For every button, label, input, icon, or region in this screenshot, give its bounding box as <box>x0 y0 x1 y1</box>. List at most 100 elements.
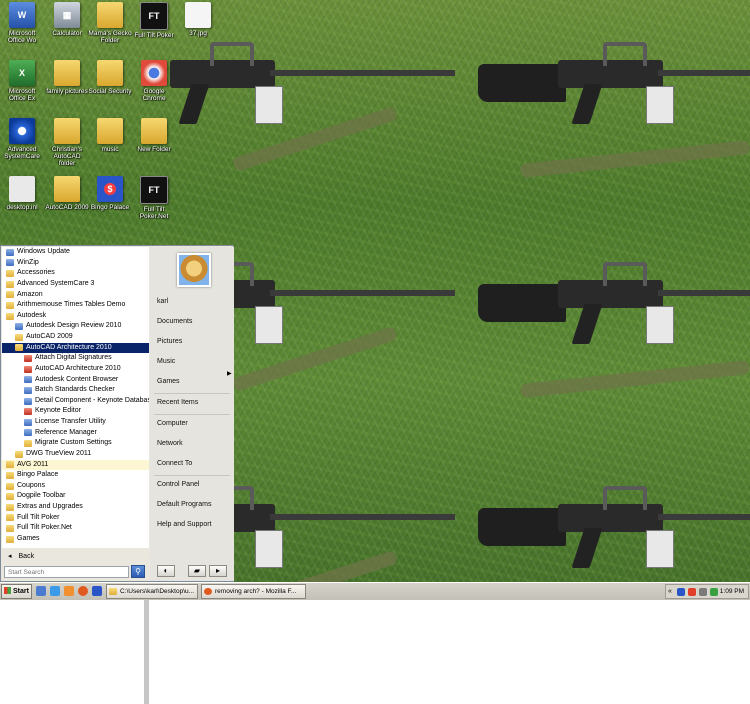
desktop-icon[interactable]: New Folder <box>132 118 176 153</box>
program-label: AutoCAD 2009 <box>26 333 73 340</box>
start-menu-link-karl[interactable]: karl <box>157 298 168 305</box>
firefox-icon <box>204 588 212 595</box>
start-menu-link-documents[interactable]: Documents <box>157 318 192 325</box>
desktop-icon-label: Calculator <box>52 30 82 37</box>
folder-icon <box>6 280 14 288</box>
folder-icon <box>6 291 14 299</box>
program-item[interactable]: Arithmemouse Times Tables Demo <box>2 300 149 311</box>
program-item[interactable]: Full Tilt Poker.Net <box>2 523 149 534</box>
start-menu-link-games[interactable]: Games <box>157 378 180 385</box>
start-menu-link-recent-items[interactable]: Recent Items <box>157 399 198 406</box>
chrome-icon <box>141 60 167 86</box>
clock[interactable]: 1:09 PM <box>720 585 744 598</box>
antivirus-icon[interactable] <box>688 588 696 596</box>
ft-icon: FT <box>140 2 168 30</box>
firefox-icon[interactable] <box>78 586 88 596</box>
program-item[interactable]: Full Tilt Poker <box>2 513 149 524</box>
program-item[interactable]: Amazon <box>2 290 149 301</box>
desktop-icon[interactable]: 37.jpg <box>176 2 220 37</box>
rifle-image <box>478 486 750 576</box>
desktop-icon[interactable]: FT Full Tilt Poker.Net <box>132 176 176 220</box>
start-menu-link-computer[interactable]: Computer <box>157 420 188 427</box>
program-item[interactable]: Autodesk Design Review 2010 <box>2 321 149 332</box>
volume-icon[interactable] <box>699 588 707 596</box>
program-item[interactable]: AutoCAD 2009 <box>2 332 149 343</box>
rifle-sling-image <box>519 360 750 398</box>
back-arrow-icon: ◂ <box>8 553 12 560</box>
program-item[interactable]: Coupons <box>2 481 149 492</box>
program-item[interactable]: Dogpile Toolbar <box>2 491 149 502</box>
show-desktop-icon[interactable] <box>36 586 46 596</box>
start-menu-link-pictures[interactable]: Pictures <box>157 338 182 345</box>
desktop-icon[interactable]: music <box>88 118 132 153</box>
power-button[interactable]: ◐ <box>157 565 175 577</box>
desktop-icon[interactable]: X Microsoft Office Ex <box>0 60 44 102</box>
desktop-icon[interactable]: Google Chrome <box>132 60 176 102</box>
program-label: Full Tilt Poker <box>17 513 60 521</box>
program-item[interactable]: Reference Manager <box>2 428 149 439</box>
network-icon[interactable] <box>677 588 685 596</box>
program-item[interactable]: Advanced SystemCare 3 <box>2 279 149 290</box>
folder-icon <box>6 493 14 501</box>
start-button[interactable]: Start <box>1 584 32 599</box>
folder-icon <box>54 60 80 86</box>
media-player-icon[interactable] <box>64 586 74 596</box>
program-item[interactable]: AVG 2011 <box>2 459 149 471</box>
desktop-icon[interactable]: family pictures <box>45 60 89 95</box>
shutdown-options-button[interactable]: ▸ <box>209 565 227 577</box>
program-label: AutoCAD Architecture 2010 <box>26 343 112 351</box>
taskbar: Start C:\Users\karl\Desktop\u... removin… <box>0 582 750 600</box>
update-icon[interactable] <box>710 588 718 596</box>
program-item[interactable]: Bingo Palace <box>2 470 149 481</box>
desktop-icon[interactable]: FT Full Tilt Poker <box>132 2 176 39</box>
scrollbar-thumb[interactable] <box>144 594 149 704</box>
quick-launch-icon[interactable] <box>92 586 102 596</box>
bingo-icon: $ <box>97 176 123 202</box>
excel-icon: X <box>9 60 35 86</box>
taskbar-window-firefox[interactable]: removing arch? - Mozilla F... <box>201 584 306 599</box>
start-menu-link-connect-to[interactable]: Connect To <box>157 460 192 467</box>
user-avatar[interactable] <box>177 253 211 287</box>
program-item[interactable]: Attach Digital Signatures <box>2 353 149 364</box>
program-item[interactable]: AutoCAD Architecture 2010 <box>2 364 149 375</box>
desktop-icon[interactable]: Mama's Gecko Folder <box>88 2 132 44</box>
internet-explorer-icon[interactable] <box>50 586 60 596</box>
program-item[interactable]: Accessories <box>2 268 149 279</box>
start-menu-link-control-panel[interactable]: Control Panel <box>157 481 199 488</box>
desktop-icon[interactable]: $ Bingo Palace <box>88 176 132 211</box>
program-item[interactable]: AutoCAD Architecture 2010 <box>2 342 149 354</box>
desktop-icon-label: Social Security <box>88 88 132 95</box>
program-label: Autodesk Design Review 2010 <box>26 322 122 330</box>
start-menu-link-default-programs[interactable]: Default Programs <box>157 501 211 508</box>
taskbar-window-explorer[interactable]: C:\Users\karl\Desktop\u... <box>106 584 198 599</box>
tray-expand-button[interactable]: « <box>668 585 672 598</box>
program-item[interactable]: DWG TrueView 2011 <box>2 449 149 460</box>
program-item[interactable]: Detail Component - Keynote Database <box>2 396 149 407</box>
program-item[interactable]: Games <box>2 534 149 545</box>
program-item[interactable]: Extras and Upgrades <box>2 502 149 513</box>
desktop-icon[interactable]: C Advanced SystemCare <box>0 118 44 160</box>
program-item[interactable]: Autodesk <box>2 311 149 322</box>
start-menu-link-network[interactable]: Network <box>157 440 183 447</box>
desktop-icon[interactable]: desktop.ini <box>0 176 44 211</box>
program-item[interactable]: Batch Standards Checker <box>2 385 149 396</box>
program-item[interactable]: Migrate Custom Settings <box>2 438 149 449</box>
desktop-icon[interactable]: W Microsoft Office Wo <box>0 2 44 44</box>
program-item[interactable]: Keynote Editor <box>2 406 149 417</box>
desktop-icon[interactable]: Social Security <box>88 60 132 95</box>
back-button[interactable]: ◂ Back <box>2 549 149 563</box>
desktop-icon[interactable]: AutoCAD 2009 <box>45 176 89 211</box>
program-item[interactable]: Windows Update <box>2 247 149 258</box>
folder-icon <box>6 461 14 469</box>
program-item[interactable]: WinZip <box>2 258 149 269</box>
start-menu-link-music[interactable]: Music <box>157 358 175 365</box>
start-menu-link-help-and-support[interactable]: Help and Support <box>157 521 211 528</box>
lock-button[interactable]: ▰ <box>188 565 206 577</box>
program-item[interactable]: License Transfer Utility <box>2 417 149 428</box>
search-button[interactable]: ⚲ <box>131 565 145 578</box>
desktop-icon[interactable]: ▦ Calculator <box>45 2 89 37</box>
desktop-icon[interactable]: Christian's AutoCAD folder <box>45 118 89 167</box>
program-label: Dogpile Toolbar <box>17 492 66 500</box>
program-item[interactable]: Autodesk Content Browser <box>2 375 149 386</box>
start-search-input[interactable] <box>4 566 129 578</box>
